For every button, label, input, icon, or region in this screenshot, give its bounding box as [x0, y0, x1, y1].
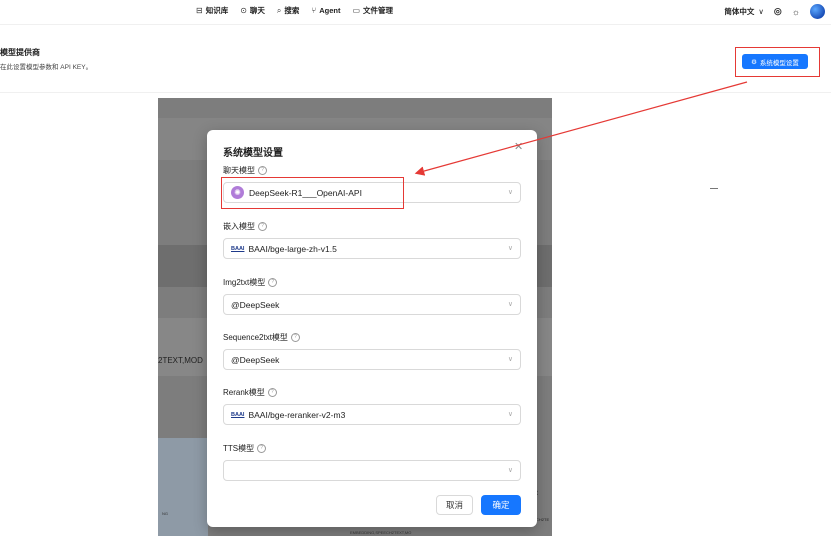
- field-label-text: Rerank模型: [223, 388, 265, 397]
- language-select[interactable]: 简体中文 ∨: [724, 6, 764, 17]
- top-bar: ⊟ 知识库 ⊙ 聊天 ⌕ 搜索 ⑂ Agent ▭ 文件管理 简体中文 ∨ ◎ …: [0, 0, 831, 25]
- nav-label: 知识库: [205, 6, 229, 15]
- select-value: BAAI/bge-reranker-v2-m3: [248, 409, 346, 420]
- embedding-model-select[interactable]: BAAI BAAI/bge-large-zh-v1.5 ∨: [223, 238, 521, 259]
- page-description: 在此设置模型参数和 API KEY。: [0, 64, 93, 71]
- chevron-down-icon: ∨: [758, 7, 764, 16]
- nav-label: 搜索: [284, 6, 300, 15]
- nav-knowledge-base[interactable]: ⊟ 知识库: [196, 5, 228, 16]
- github-icon[interactable]: ◎: [774, 6, 782, 17]
- chevron-down-icon: ∨: [507, 245, 513, 252]
- help-icon[interactable]: ?: [258, 222, 267, 231]
- sun-icon[interactable]: ☼: [792, 7, 800, 17]
- nav-file-management[interactable]: ▭ 文件管理: [352, 5, 393, 16]
- chat-icon: ⊙: [240, 6, 247, 15]
- select-value: @DeepSeek: [231, 354, 280, 365]
- backdrop-small-text: EMBEDDING,SPEECH2TEXT,MO: [350, 530, 412, 535]
- tts-model-select[interactable]: ∨: [223, 460, 521, 481]
- agent-icon: ⑂: [311, 6, 317, 15]
- cancel-button[interactable]: 取消: [436, 495, 473, 515]
- modal-title: 系统模型设置: [223, 148, 283, 159]
- close-icon[interactable]: ✕: [514, 140, 523, 153]
- divider: [710, 188, 718, 189]
- backdrop-card: [158, 438, 208, 536]
- nav-label: 文件管理: [363, 6, 394, 15]
- nav-search[interactable]: ⌕ 搜索: [277, 5, 299, 16]
- page-title: 模型提供商: [0, 48, 40, 57]
- embedding-model-label: 嵌入模型 ?: [223, 221, 267, 232]
- chevron-down-icon: ∨: [507, 411, 513, 418]
- backdrop-small-text: CH2TE: [536, 517, 550, 522]
- chat-model-label: 聊天模型 ?: [223, 165, 267, 176]
- rerank-model-label: Rerank模型 ?: [223, 387, 277, 398]
- confirm-button[interactable]: 确定: [481, 495, 521, 515]
- sequence2txt-model-label: Sequence2txt模型 ?: [223, 332, 300, 343]
- field-label-text: Sequence2txt模型: [223, 333, 288, 342]
- help-icon[interactable]: ?: [257, 444, 267, 453]
- chevron-down-icon: ∨: [507, 467, 513, 474]
- chevron-down-icon: ∨: [507, 301, 513, 308]
- img2txt-model-select[interactable]: @DeepSeek ∨: [223, 294, 521, 315]
- nav-agent[interactable]: ⑂ Agent: [311, 5, 340, 16]
- field-label-text: TTS模型: [223, 444, 255, 453]
- nav-label: 聊天: [249, 6, 265, 15]
- help-icon[interactable]: ?: [268, 278, 278, 287]
- folder-icon: ▭: [352, 6, 361, 15]
- tts-model-label: TTS模型 ?: [223, 443, 267, 454]
- field-label-text: 聊天模型: [223, 166, 255, 175]
- top-right-controls: 简体中文 ∨ ◎ ☼: [724, 4, 825, 19]
- sequence2txt-model-select[interactable]: @DeepSeek ∨: [223, 349, 521, 370]
- help-icon[interactable]: ?: [267, 388, 277, 397]
- select-value: BAAI/bge-large-zh-v1.5: [248, 243, 337, 254]
- nav-label: Agent: [319, 6, 341, 15]
- avatar[interactable]: [810, 4, 825, 19]
- backdrop-small-text: NG: [162, 511, 168, 516]
- language-label: 简体中文: [724, 7, 755, 16]
- highlight-box-settings-button: [735, 47, 820, 77]
- baai-icon: BAAI: [231, 245, 245, 252]
- field-label-text: Img2txt模型: [223, 278, 266, 287]
- divider: [0, 92, 831, 93]
- search-icon: ⌕: [276, 5, 282, 15]
- main-nav: ⊟ 知识库 ⊙ 聊天 ⌕ 搜索 ⑂ Agent ▭ 文件管理: [196, 5, 393, 16]
- book-icon: ⊟: [196, 6, 203, 15]
- nav-chat[interactable]: ⊙ 聊天: [240, 5, 265, 16]
- help-icon[interactable]: ?: [290, 333, 300, 342]
- img2txt-model-label: Img2txt模型 ?: [223, 277, 278, 288]
- field-label-text: 嵌入模型: [223, 222, 255, 231]
- chevron-down-icon: ∨: [507, 356, 513, 363]
- rerank-model-select[interactable]: BAAI BAAI/bge-reranker-v2-m3 ∨: [223, 404, 521, 425]
- help-icon[interactable]: ?: [258, 166, 267, 175]
- backdrop-model-text: 2TEXT,MOD: [158, 356, 203, 365]
- select-value: @DeepSeek: [231, 299, 280, 310]
- highlight-box-chat-model: [221, 177, 404, 209]
- baai-icon: BAAI: [231, 411, 245, 418]
- chevron-down-icon: ∨: [507, 189, 513, 196]
